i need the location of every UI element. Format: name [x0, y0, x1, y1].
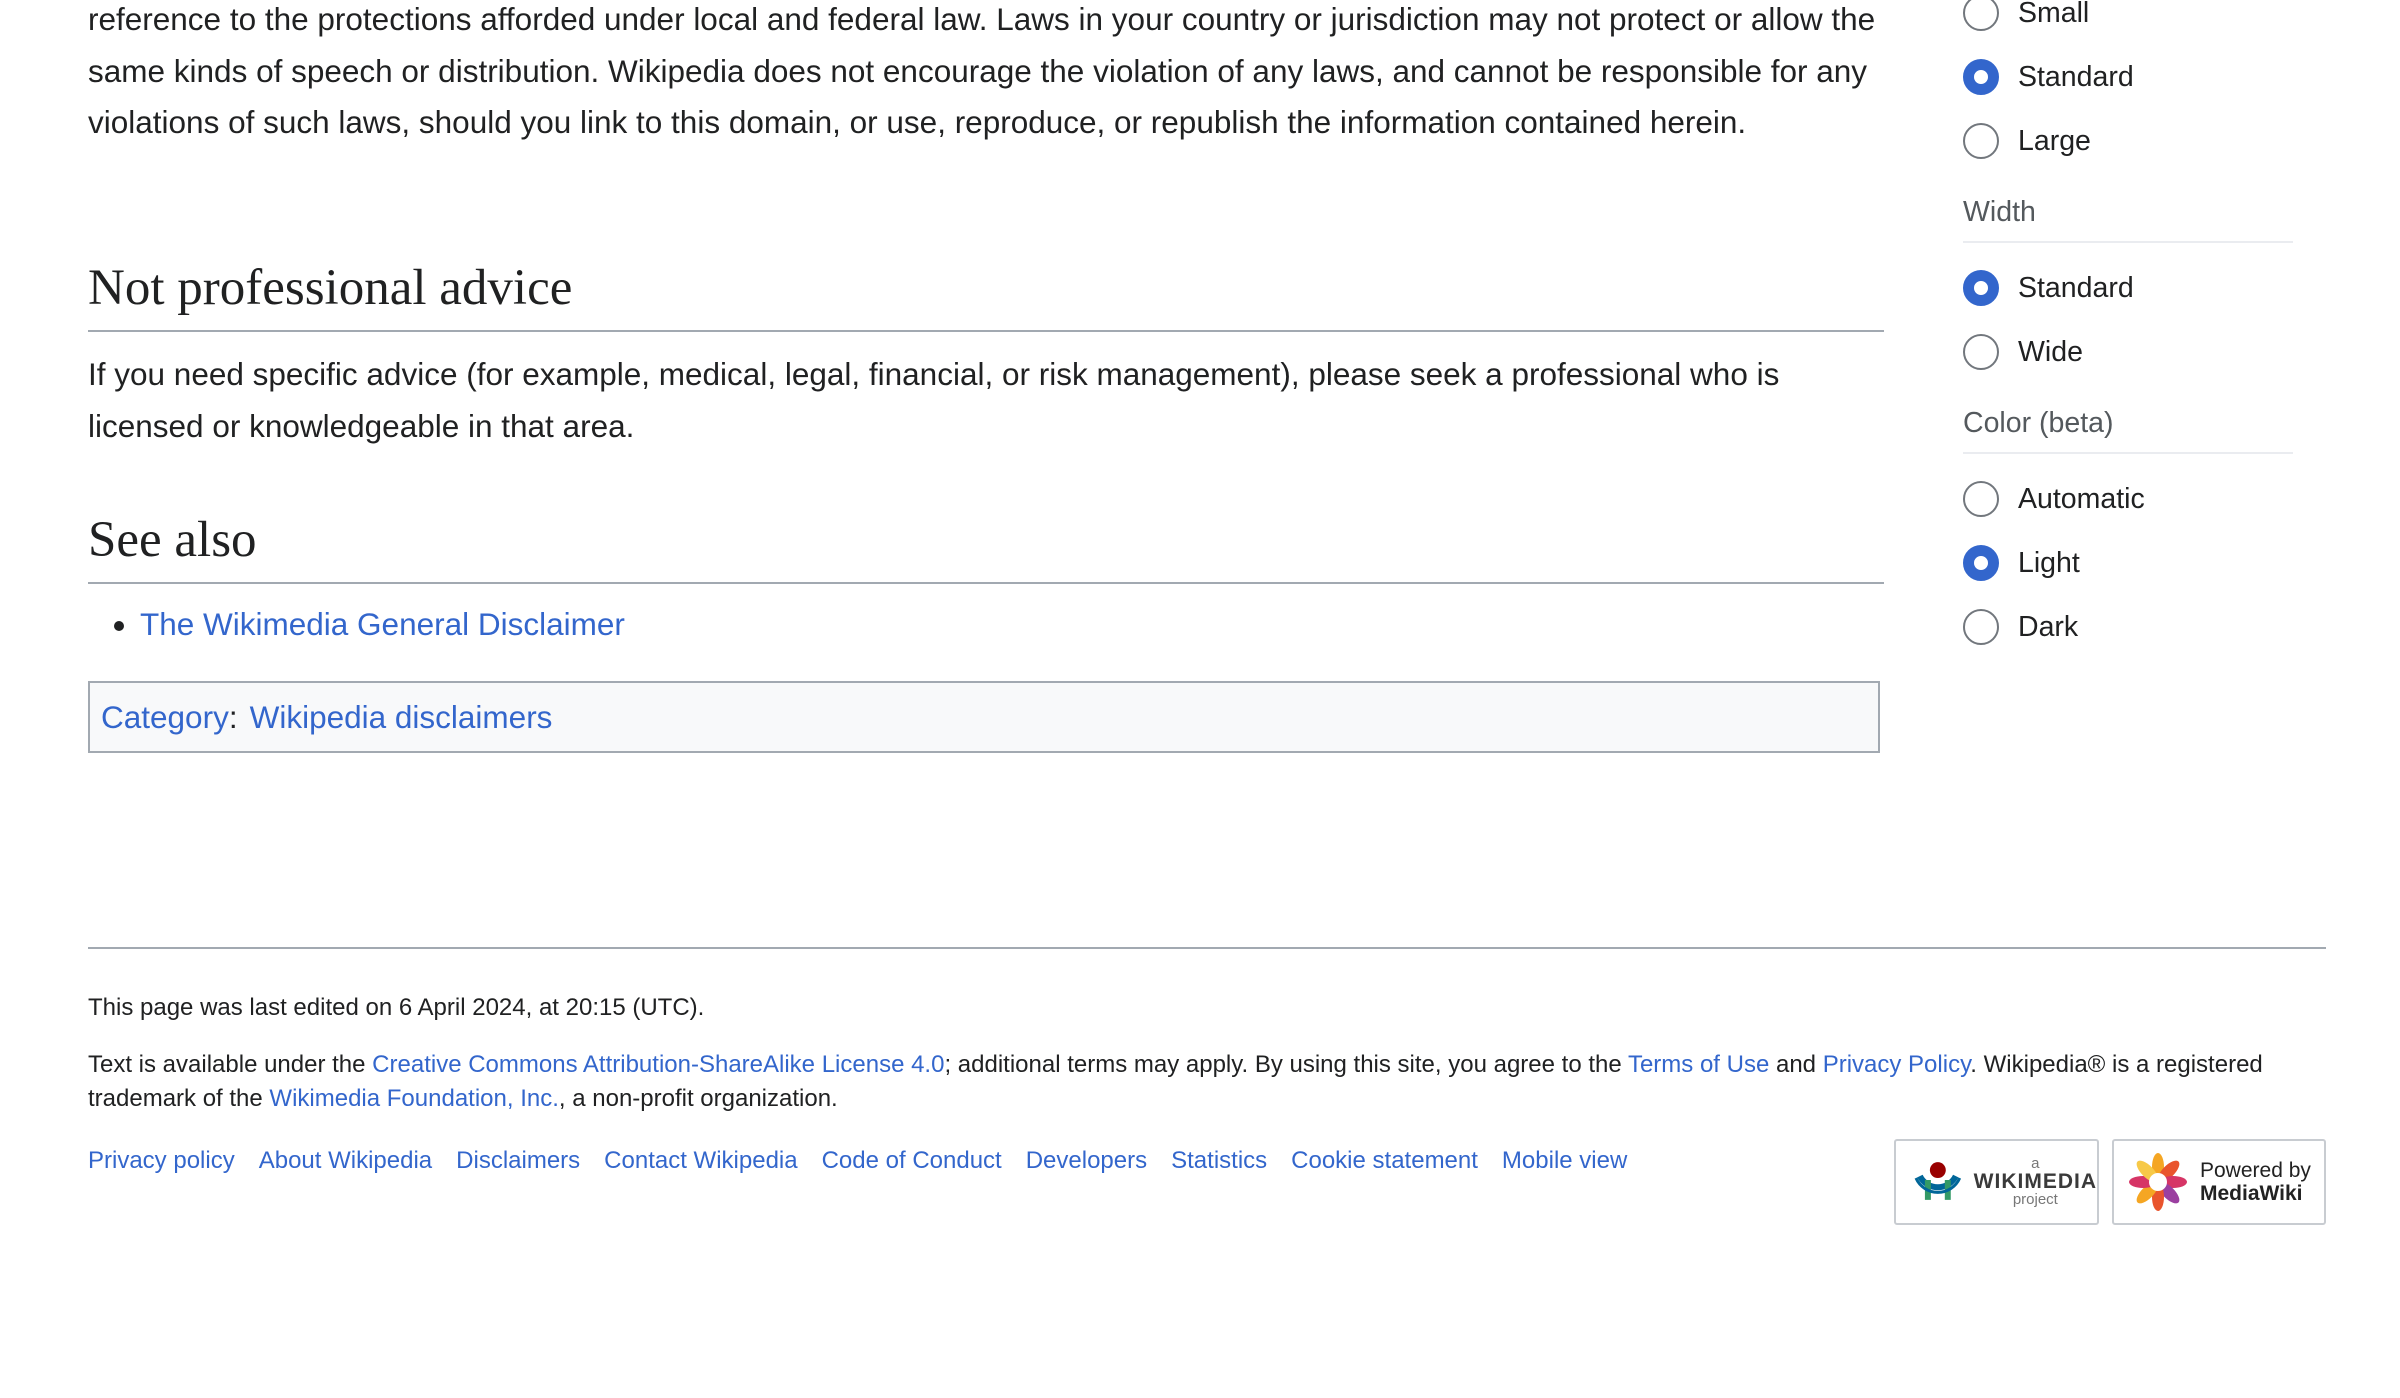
- wikimedia-logo-icon: [1914, 1162, 1962, 1200]
- option-label: Automatic: [2018, 482, 2145, 515]
- footer-link-contact[interactable]: Contact Wikipedia: [604, 1144, 797, 1178]
- radio-button[interactable]: [1963, 123, 1999, 159]
- width-heading: Width: [1963, 196, 2293, 243]
- radio-button[interactable]: [1963, 545, 1999, 581]
- intro-paragraph: reference to the protections afforded un…: [88, 1, 1876, 140]
- footer-links: Privacy policy About Wikipedia Disclaime…: [88, 1144, 1627, 1178]
- width-option-wide[interactable]: Wide: [1963, 332, 2083, 372]
- option-label: Small: [2018, 0, 2090, 29]
- category-link[interactable]: Wikipedia disclaimers: [250, 699, 553, 735]
- option-label: Standard: [2018, 60, 2134, 93]
- footer-link-disclaimers[interactable]: Disclaimers: [456, 1144, 580, 1178]
- color-option-dark[interactable]: Dark: [1963, 607, 2078, 647]
- wikimedia-badge-text: a WIKIMEDIA project: [1974, 1155, 2097, 1209]
- section-heading-not-professional-advice: Not professional advice: [88, 258, 1884, 332]
- privacy-policy-link[interactable]: Privacy Policy: [1823, 1051, 1971, 1078]
- text-size-option-small[interactable]: Small: [1963, 0, 2089, 33]
- option-label: Light: [2018, 546, 2080, 579]
- radio-button[interactable]: [1963, 481, 1999, 517]
- footer-link-cookie-statement[interactable]: Cookie statement: [1291, 1144, 1478, 1178]
- option-label: Large: [2018, 124, 2091, 157]
- footer-link-privacy-policy[interactable]: Privacy policy: [88, 1144, 235, 1178]
- color-option-light[interactable]: Light: [1963, 543, 2080, 583]
- badge-line: Powered by: [2200, 1159, 2311, 1182]
- section-heading-see-also: See also: [88, 510, 1884, 584]
- badge-line: project: [2012, 1191, 2058, 1208]
- footer-link-statistics[interactable]: Statistics: [1171, 1144, 1267, 1178]
- wikimedia-project-badge[interactable]: a WIKIMEDIA project: [1894, 1139, 2099, 1225]
- option-label: Standard: [2018, 271, 2134, 304]
- category-colon: :: [228, 699, 238, 735]
- footer: This page was last edited on 6 April 202…: [88, 947, 2326, 1225]
- powered-by-mediawiki-badge[interactable]: Powered by MediaWiki: [2112, 1139, 2326, 1225]
- footer-link-developers[interactable]: Developers: [1026, 1144, 1147, 1178]
- radio-button[interactable]: [1963, 609, 1999, 645]
- category-box: Category: Wikipedia disclaimers: [88, 681, 1880, 753]
- radio-button[interactable]: [1963, 334, 1999, 370]
- color-option-automatic[interactable]: Automatic: [1963, 479, 2145, 519]
- footer-link-about[interactable]: About Wikipedia: [259, 1144, 432, 1178]
- license-pre: Text is available under the: [88, 1051, 373, 1078]
- radio-button[interactable]: [1963, 59, 1999, 95]
- wikimedia-foundation-link[interactable]: Wikimedia Foundation, Inc.: [269, 1085, 558, 1112]
- badge-line: WIKIMEDIA: [1973, 1170, 2097, 1193]
- last-modified: This page was last edited on 6 April 202…: [88, 994, 705, 1021]
- mediawiki-sunflower-icon: [2129, 1153, 2187, 1211]
- license-link[interactable]: Creative Commons Attribution-ShareAlike …: [372, 1051, 944, 1078]
- option-label: Dark: [2018, 610, 2079, 643]
- mediawiki-badge-text: Powered by MediaWiki: [2200, 1159, 2311, 1205]
- terms-of-use-link[interactable]: Terms of Use: [1628, 1051, 1769, 1078]
- and-text: and: [1769, 1051, 1823, 1078]
- section-paragraph: If you need specific advice (for example…: [88, 356, 1780, 444]
- width-option-standard[interactable]: Standard: [1963, 268, 2134, 308]
- nonprofit-text: , a non-profit organization.: [558, 1085, 838, 1112]
- list-item: The Wikimedia General Disclaimer: [140, 600, 625, 648]
- radio-button[interactable]: [1963, 270, 1999, 306]
- footer-link-mobile-view[interactable]: Mobile view: [1502, 1144, 1627, 1178]
- badge-line: MediaWiki: [2200, 1182, 2303, 1205]
- text-size-option-standard[interactable]: Standard: [1963, 57, 2134, 97]
- license-text: Text is available under the Creative Com…: [88, 1048, 2326, 1116]
- category-label-link[interactable]: Category: [101, 699, 229, 735]
- option-label: Wide: [2018, 335, 2083, 368]
- text-size-option-large[interactable]: Large: [1963, 121, 2091, 161]
- see-also-link[interactable]: The Wikimedia General Disclaimer: [140, 606, 625, 642]
- see-also-list: The Wikimedia General Disclaimer: [88, 600, 625, 648]
- footer-link-code-of-conduct[interactable]: Code of Conduct: [822, 1144, 1002, 1178]
- color-heading: Color (beta): [1963, 407, 2293, 454]
- radio-button[interactable]: [1963, 0, 1999, 31]
- license-mid: ; additional terms may apply. By using t…: [944, 1051, 1628, 1078]
